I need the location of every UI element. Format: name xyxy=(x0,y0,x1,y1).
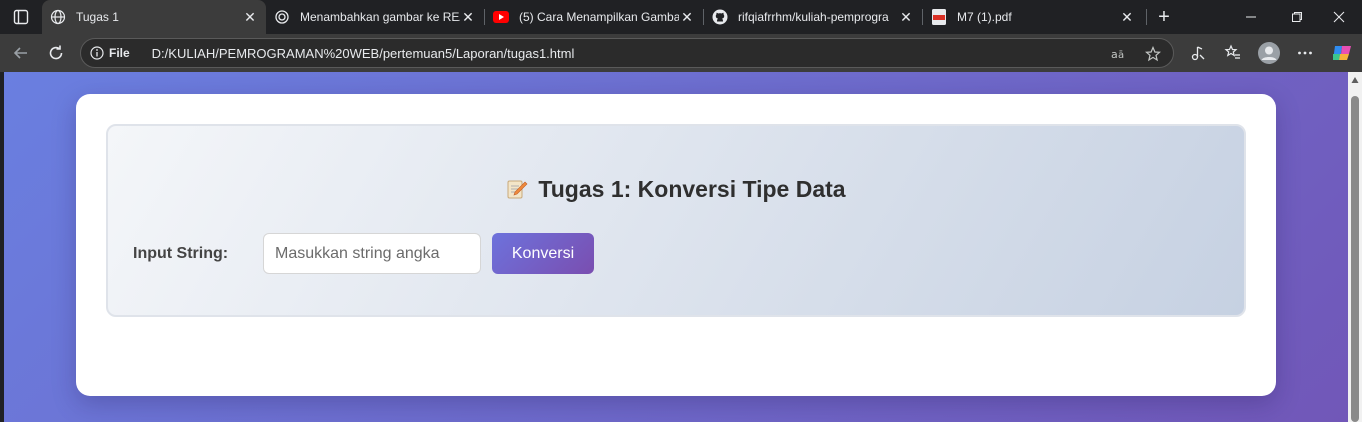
close-icon xyxy=(1333,11,1345,23)
svg-text:ā: ā xyxy=(1118,50,1124,61)
back-button[interactable] xyxy=(6,38,36,68)
minimize-icon xyxy=(1246,16,1256,18)
tab-pdf[interactable]: M7 (1).pdf ✕ xyxy=(923,0,1143,34)
close-icon[interactable]: ✕ xyxy=(898,9,914,25)
tab-title: M7 (1).pdf xyxy=(957,10,1012,24)
input-string-label: Input String: xyxy=(133,245,229,262)
plus-icon: + xyxy=(1158,5,1170,28)
content-card: Tugas 1: Konversi Tipe Data Input String… xyxy=(76,94,1276,396)
github-icon xyxy=(712,9,728,25)
string-input[interactable] xyxy=(263,233,481,274)
close-icon[interactable]: ✕ xyxy=(679,9,695,25)
favorites-list-icon xyxy=(1224,44,1240,59)
avatar-icon xyxy=(1258,42,1280,64)
tab-tugas1[interactable]: Tugas 1 ✕ xyxy=(42,0,266,34)
settings-more-button[interactable] xyxy=(1294,42,1316,64)
reload-icon xyxy=(49,45,63,60)
more-dots-icon xyxy=(1298,51,1312,55)
restore-icon xyxy=(1292,12,1302,22)
window-close-button[interactable] xyxy=(1316,0,1362,34)
page-viewport: Tugas 1: Konversi Tipe Data Input String… xyxy=(4,72,1348,422)
minimize-button[interactable] xyxy=(1228,0,1274,34)
read-aloud-icon[interactable]: aā xyxy=(1111,46,1127,62)
tab-youtube[interactable]: (5) Cara Menampilkan Gamba ✕ xyxy=(485,0,703,34)
tab-github[interactable]: rifqiafrrhm/kuliah-pemprogra ✕ xyxy=(704,0,922,34)
arrow-left-icon xyxy=(13,47,27,59)
reload-button[interactable] xyxy=(41,38,71,68)
music-note-icon xyxy=(1191,46,1205,61)
new-tab-button[interactable]: + xyxy=(1152,5,1176,29)
tab-separator xyxy=(1146,9,1147,25)
browser-toolbar: File D:/KULIAH/PEMROGRAMAN%20WEB/pertemu… xyxy=(0,34,1362,72)
page-title-text: Tugas 1: Konversi Tipe Data xyxy=(538,176,846,202)
close-icon[interactable]: ✕ xyxy=(460,9,476,25)
tab-title: rifqiafrrhm/kuliah-pemprogra xyxy=(738,10,889,24)
copilot-button[interactable] xyxy=(1331,42,1353,64)
convert-button[interactable]: Konversi xyxy=(492,233,594,274)
youtube-icon xyxy=(493,9,509,25)
tab-title: (5) Cara Menampilkan Gamba xyxy=(519,10,679,24)
svg-text:a: a xyxy=(1111,48,1118,61)
info-icon[interactable] xyxy=(89,45,105,61)
extensions-button[interactable] xyxy=(1187,42,1209,64)
copilot-icon xyxy=(1333,46,1351,60)
scroll-up-arrow-icon[interactable] xyxy=(1351,76,1359,84)
url-text[interactable]: D:/KULIAH/PEMROGRAMAN%20WEB/pertemuan5/L… xyxy=(152,46,575,61)
chatgpt-icon xyxy=(274,9,290,25)
globe-icon xyxy=(50,9,66,25)
favorite-star-icon[interactable] xyxy=(1145,46,1161,62)
favorites-button[interactable] xyxy=(1222,42,1244,64)
restore-button[interactable] xyxy=(1274,0,1320,34)
tab-title: Menambahkan gambar ke REA xyxy=(300,10,460,24)
task-panel: Tugas 1: Konversi Tipe Data Input String… xyxy=(106,124,1246,317)
page-scrollbar[interactable] xyxy=(1348,72,1362,422)
scroll-thumb[interactable] xyxy=(1351,96,1359,422)
address-bar[interactable]: File D:/KULIAH/PEMROGRAMAN%20WEB/pertemu… xyxy=(80,38,1174,68)
tab-actions-button[interactable] xyxy=(8,5,34,29)
tab-strip: Tugas 1 ✕ Menambahkan gambar ke REA ✕ (5… xyxy=(0,0,1362,34)
pdf-icon xyxy=(931,9,947,25)
close-icon[interactable]: ✕ xyxy=(242,9,258,25)
page-title: Tugas 1: Konversi Tipe Data xyxy=(108,176,1244,203)
close-icon[interactable]: ✕ xyxy=(1119,9,1135,25)
memo-icon xyxy=(506,178,528,200)
tab-actions-icon xyxy=(13,9,29,25)
profile-button[interactable] xyxy=(1258,42,1280,64)
tab-menambahkan-gambar[interactable]: Menambahkan gambar ke REA ✕ xyxy=(266,0,484,34)
tab-title: Tugas 1 xyxy=(76,10,119,24)
scheme-label: File xyxy=(109,46,130,60)
